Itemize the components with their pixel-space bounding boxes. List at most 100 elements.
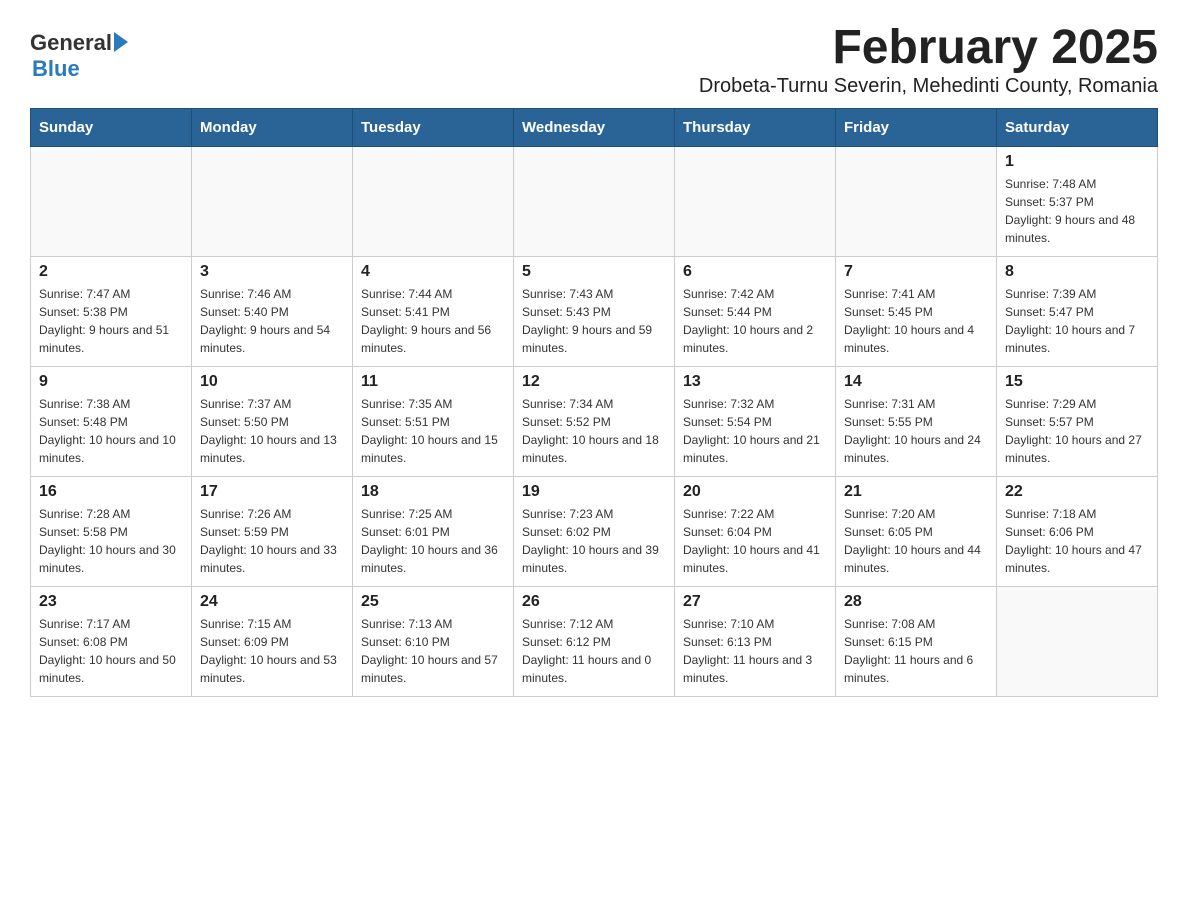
logo: General Blue bbox=[30, 30, 128, 82]
day-number: 28 bbox=[844, 593, 988, 611]
calendar-subtitle: Drobeta-Turnu Severin, Mehedinti County,… bbox=[699, 75, 1158, 98]
day-info: Sunrise: 7:37 AM Sunset: 5:50 PM Dayligh… bbox=[200, 395, 344, 467]
calendar-cell: 21 Sunrise: 7:20 AM Sunset: 6:05 PM Dayli… bbox=[836, 477, 997, 587]
calendar-cell: 20 Sunrise: 7:22 AM Sunset: 6:04 PM Dayli… bbox=[675, 477, 836, 587]
weekday-header-monday: Monday bbox=[192, 109, 353, 147]
calendar-cell: 12 Sunrise: 7:34 AM Sunset: 5:52 PM Dayli… bbox=[514, 367, 675, 477]
day-number: 20 bbox=[683, 483, 827, 501]
day-number: 11 bbox=[361, 373, 505, 391]
calendar-cell bbox=[31, 147, 192, 257]
day-info: Sunrise: 7:29 AM Sunset: 5:57 PM Dayligh… bbox=[1005, 395, 1149, 467]
calendar-week-row: 1Sunrise: 7:48 AM Sunset: 5:37 PM Daylig… bbox=[31, 147, 1158, 257]
day-info: Sunrise: 7:34 AM Sunset: 5:52 PM Dayligh… bbox=[522, 395, 666, 467]
day-info: Sunrise: 7:22 AM Sunset: 6:04 PM Dayligh… bbox=[683, 505, 827, 577]
calendar-week-row: 23Sunrise: 7:17 AM Sunset: 6:08 PM Dayli… bbox=[31, 587, 1158, 697]
day-number: 4 bbox=[361, 263, 505, 281]
calendar-cell: 15 Sunrise: 7:29 AM Sunset: 5:57 PM Dayli… bbox=[997, 367, 1158, 477]
day-number: 26 bbox=[522, 593, 666, 611]
day-number: 19 bbox=[522, 483, 666, 501]
calendar-cell: 25 Sunrise: 7:13 AM Sunset: 6:10 PM Dayli… bbox=[353, 587, 514, 697]
calendar-cell: 6 Sunrise: 7:42 AM Sunset: 5:44 PM Daylig… bbox=[675, 257, 836, 367]
logo-general-text: General bbox=[30, 30, 112, 56]
day-number: 6 bbox=[683, 263, 827, 281]
day-info: Sunrise: 7:41 AM Sunset: 5:45 PM Dayligh… bbox=[844, 285, 988, 357]
calendar-cell: 14 Sunrise: 7:31 AM Sunset: 5:55 PM Dayli… bbox=[836, 367, 997, 477]
calendar-cell bbox=[836, 147, 997, 257]
calendar-cell: 1Sunrise: 7:48 AM Sunset: 5:37 PM Daylig… bbox=[997, 147, 1158, 257]
calendar-cell bbox=[997, 587, 1158, 697]
day-info: Sunrise: 7:46 AM Sunset: 5:40 PM Dayligh… bbox=[200, 285, 344, 357]
day-number: 16 bbox=[39, 483, 183, 501]
day-info: Sunrise: 7:10 AM Sunset: 6:13 PM Dayligh… bbox=[683, 615, 827, 687]
day-info: Sunrise: 7:26 AM Sunset: 5:59 PM Dayligh… bbox=[200, 505, 344, 577]
day-info: Sunrise: 7:18 AM Sunset: 6:06 PM Dayligh… bbox=[1005, 505, 1149, 577]
calendar-cell: 16 Sunrise: 7:28 AM Sunset: 5:58 PM Dayli… bbox=[31, 477, 192, 587]
calendar-cell: 8 Sunrise: 7:39 AM Sunset: 5:47 PM Daylig… bbox=[997, 257, 1158, 367]
day-number: 13 bbox=[683, 373, 827, 391]
day-info: Sunrise: 7:20 AM Sunset: 6:05 PM Dayligh… bbox=[844, 505, 988, 577]
calendar-cell bbox=[353, 147, 514, 257]
calendar-cell: 18 Sunrise: 7:25 AM Sunset: 6:01 PM Dayli… bbox=[353, 477, 514, 587]
day-info: Sunrise: 7:35 AM Sunset: 5:51 PM Dayligh… bbox=[361, 395, 505, 467]
weekday-header-thursday: Thursday bbox=[675, 109, 836, 147]
calendar-cell: 9Sunrise: 7:38 AM Sunset: 5:48 PM Daylig… bbox=[31, 367, 192, 477]
day-number: 14 bbox=[844, 373, 988, 391]
day-info: Sunrise: 7:42 AM Sunset: 5:44 PM Dayligh… bbox=[683, 285, 827, 357]
day-info: Sunrise: 7:13 AM Sunset: 6:10 PM Dayligh… bbox=[361, 615, 505, 687]
calendar-cell: 3 Sunrise: 7:46 AM Sunset: 5:40 PM Daylig… bbox=[192, 257, 353, 367]
page-header: General Blue February 2025 Drobeta-Turnu… bbox=[30, 20, 1158, 98]
day-number: 25 bbox=[361, 593, 505, 611]
title-block: February 2025 Drobeta-Turnu Severin, Meh… bbox=[699, 20, 1158, 98]
day-number: 18 bbox=[361, 483, 505, 501]
day-info: Sunrise: 7:48 AM Sunset: 5:37 PM Dayligh… bbox=[1005, 175, 1149, 247]
calendar-week-row: 16 Sunrise: 7:28 AM Sunset: 5:58 PM Dayli… bbox=[31, 477, 1158, 587]
calendar-cell: 24Sunrise: 7:15 AM Sunset: 6:09 PM Dayli… bbox=[192, 587, 353, 697]
day-number: 21 bbox=[844, 483, 988, 501]
day-info: Sunrise: 7:08 AM Sunset: 6:15 PM Dayligh… bbox=[844, 615, 988, 687]
day-info: Sunrise: 7:31 AM Sunset: 5:55 PM Dayligh… bbox=[844, 395, 988, 467]
calendar-cell: 23Sunrise: 7:17 AM Sunset: 6:08 PM Dayli… bbox=[31, 587, 192, 697]
day-info: Sunrise: 7:25 AM Sunset: 6:01 PM Dayligh… bbox=[361, 505, 505, 577]
day-number: 7 bbox=[844, 263, 988, 281]
calendar-cell: 28 Sunrise: 7:08 AM Sunset: 6:15 PM Dayli… bbox=[836, 587, 997, 697]
calendar-week-row: 9Sunrise: 7:38 AM Sunset: 5:48 PM Daylig… bbox=[31, 367, 1158, 477]
day-number: 8 bbox=[1005, 263, 1149, 281]
calendar-cell: 27 Sunrise: 7:10 AM Sunset: 6:13 PM Dayli… bbox=[675, 587, 836, 697]
calendar-cell: 17 Sunrise: 7:26 AM Sunset: 5:59 PM Dayli… bbox=[192, 477, 353, 587]
weekday-header-saturday: Saturday bbox=[997, 109, 1158, 147]
logo-blue-text: Blue bbox=[32, 56, 80, 82]
day-info: Sunrise: 7:23 AM Sunset: 6:02 PM Dayligh… bbox=[522, 505, 666, 577]
calendar-week-row: 2 Sunrise: 7:47 AM Sunset: 5:38 PM Daylig… bbox=[31, 257, 1158, 367]
day-info: Sunrise: 7:28 AM Sunset: 5:58 PM Dayligh… bbox=[39, 505, 183, 577]
weekday-header-wednesday: Wednesday bbox=[514, 109, 675, 147]
day-number: 17 bbox=[200, 483, 344, 501]
day-number: 9 bbox=[39, 373, 183, 391]
day-number: 15 bbox=[1005, 373, 1149, 391]
day-number: 10 bbox=[200, 373, 344, 391]
calendar-table: SundayMondayTuesdayWednesdayThursdayFrid… bbox=[30, 108, 1158, 697]
day-number: 27 bbox=[683, 593, 827, 611]
calendar-cell: 10 Sunrise: 7:37 AM Sunset: 5:50 PM Dayli… bbox=[192, 367, 353, 477]
day-info: Sunrise: 7:39 AM Sunset: 5:47 PM Dayligh… bbox=[1005, 285, 1149, 357]
weekday-header-friday: Friday bbox=[836, 109, 997, 147]
calendar-cell: 19 Sunrise: 7:23 AM Sunset: 6:02 PM Dayli… bbox=[514, 477, 675, 587]
day-number: 24 bbox=[200, 593, 344, 611]
calendar-cell: 11 Sunrise: 7:35 AM Sunset: 5:51 PM Dayli… bbox=[353, 367, 514, 477]
calendar-cell: 4Sunrise: 7:44 AM Sunset: 5:41 PM Daylig… bbox=[353, 257, 514, 367]
calendar-cell bbox=[675, 147, 836, 257]
day-number: 3 bbox=[200, 263, 344, 281]
calendar-cell: 5Sunrise: 7:43 AM Sunset: 5:43 PM Daylig… bbox=[514, 257, 675, 367]
calendar-title: February 2025 bbox=[699, 20, 1158, 75]
day-info: Sunrise: 7:17 AM Sunset: 6:08 PM Dayligh… bbox=[39, 615, 183, 687]
calendar-cell: 2 Sunrise: 7:47 AM Sunset: 5:38 PM Daylig… bbox=[31, 257, 192, 367]
day-info: Sunrise: 7:47 AM Sunset: 5:38 PM Dayligh… bbox=[39, 285, 183, 357]
calendar-header-row: SundayMondayTuesdayWednesdayThursdayFrid… bbox=[31, 109, 1158, 147]
day-number: 5 bbox=[522, 263, 666, 281]
calendar-cell: 26Sunrise: 7:12 AM Sunset: 6:12 PM Dayli… bbox=[514, 587, 675, 697]
day-number: 12 bbox=[522, 373, 666, 391]
weekday-header-sunday: Sunday bbox=[31, 109, 192, 147]
calendar-cell: 22Sunrise: 7:18 AM Sunset: 6:06 PM Dayli… bbox=[997, 477, 1158, 587]
calendar-cell: 13Sunrise: 7:32 AM Sunset: 5:54 PM Dayli… bbox=[675, 367, 836, 477]
day-number: 2 bbox=[39, 263, 183, 281]
calendar-cell: 7 Sunrise: 7:41 AM Sunset: 5:45 PM Daylig… bbox=[836, 257, 997, 367]
